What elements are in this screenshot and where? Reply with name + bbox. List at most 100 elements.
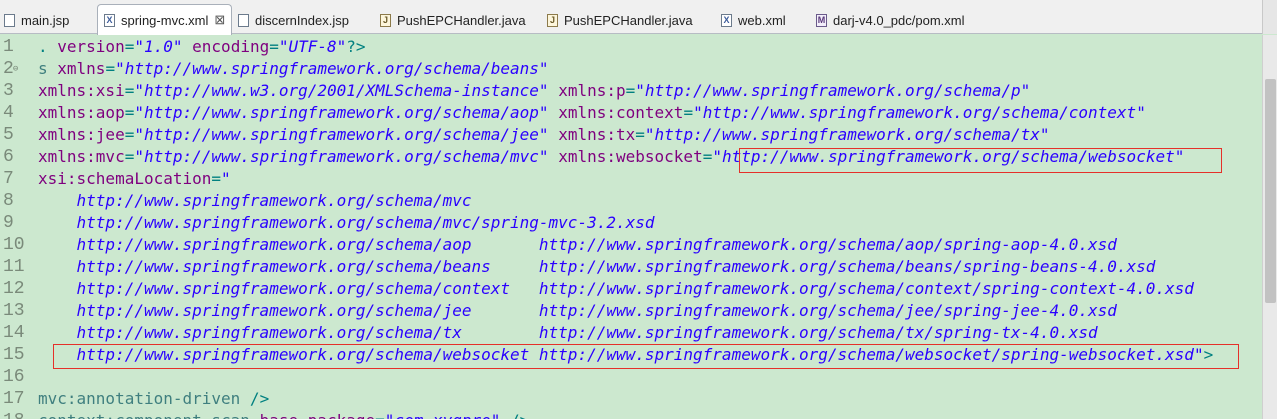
code-token: http://www.springframework.org/schema/mv…	[38, 191, 472, 210]
line-number: 16	[3, 367, 25, 387]
code-token: "1.0"	[134, 37, 183, 56]
tab-label: PushEPCHandler.java	[397, 12, 526, 28]
scrollbar-thumb[interactable]	[1265, 79, 1276, 303]
line-number: 17	[3, 389, 25, 409]
jsp-file-icon	[238, 13, 249, 27]
code-text: xmlns:jee="http://www.springframework.or…	[38, 124, 1049, 146]
line-number: 9	[3, 213, 14, 233]
code-token: xmlns:mvc	[38, 147, 125, 166]
code-token: base-package	[260, 411, 376, 419]
java-file-icon: J	[547, 13, 558, 27]
code-token: =	[124, 103, 135, 122]
code-token: ?>	[346, 37, 366, 56]
code-token: "com.xygpro"	[385, 411, 501, 419]
pom-file-icon: M	[816, 13, 827, 27]
xml-file-icon: X	[104, 13, 115, 27]
tab-label: spring-mvc.xml	[121, 12, 209, 28]
tab-label: main.jsp	[21, 12, 70, 28]
code-token: =	[124, 125, 135, 144]
tab-bar-overflow	[1262, 0, 1277, 34]
java-file-icon: J	[380, 13, 391, 27]
code-token: =	[124, 37, 135, 56]
line-number: 5	[3, 125, 14, 145]
code-token: =	[683, 103, 694, 122]
code-token: xsi:schemaLocation	[38, 169, 212, 188]
tab-web-xml[interactable]: Xweb.xml	[721, 6, 786, 34]
code-token: xmlns:websocket	[558, 147, 703, 166]
tab-label: discernIndex.jsp	[255, 12, 349, 28]
jsp-file-icon	[4, 13, 15, 27]
code-token: />	[240, 389, 270, 408]
line-number: 11	[3, 257, 25, 277]
code-token: version	[57, 37, 125, 56]
code-token: =	[635, 125, 645, 144]
code-token: .	[38, 37, 58, 56]
code-text: context:component-scan base-package="com…	[38, 410, 529, 419]
fold-toggle-icon[interactable]: ⊖	[13, 64, 18, 74]
code-text: http://www.springframework.org/schema/je…	[38, 300, 1117, 322]
code-token: xmlns:p	[558, 81, 626, 100]
code-token: "http://www.springframework.org/schema/a…	[134, 103, 549, 122]
code-token: =	[702, 147, 713, 166]
code-token: xmlns:xsi	[38, 81, 125, 100]
code-token: =	[211, 169, 222, 188]
tab-spring-mvc-xml[interactable]: Xspring-mvc.xml ⊠	[97, 4, 233, 35]
code-token: "http://www.springframework.org/schema/m…	[134, 147, 549, 166]
tab-discernindex-jsp[interactable]: discernIndex.jsp	[238, 6, 349, 34]
code-token: xmlns:tx	[558, 125, 636, 144]
code-token: xmlns:jee	[38, 125, 125, 144]
line-number: 12	[3, 279, 25, 299]
tab-pushepchandler-java[interactable]: J PushEPCHandler.java	[547, 6, 693, 34]
close-tab-icon[interactable]: ⊠	[214, 12, 225, 28]
code-text: http://www.springframework.org/schema/mv…	[38, 212, 655, 234]
code-token: "http://www.springframework.org/schema/j…	[134, 125, 549, 144]
code-token: "http://www.springframework.org/schema/p…	[635, 81, 1031, 100]
code-token: =	[375, 411, 385, 419]
code-token: http://www.springframework.org/schema/co…	[38, 279, 1194, 298]
code-token: "http://www.springframework.org/schema/c…	[693, 103, 1146, 122]
highlight-box-websocket-schema-location	[53, 344, 1239, 369]
line-number: 3	[3, 81, 14, 101]
code-token: />	[500, 411, 529, 419]
highlight-box-websocket-namespace	[739, 148, 1222, 173]
code-token: xmlns:context	[558, 103, 684, 122]
tab-pushepchandler-java[interactable]: J PushEPCHandler.java	[380, 6, 526, 34]
code-token: =	[105, 59, 116, 78]
tab-label: darj-v4.0_pdc/pom.xml	[833, 12, 965, 28]
code-text: http://www.springframework.org/schema/tx…	[38, 322, 1098, 344]
line-number: 4	[3, 103, 14, 123]
line-number: 7	[3, 169, 14, 189]
xml-file-icon: X	[721, 13, 732, 27]
code-text: xmlns:aop="http://www.springframework.or…	[38, 102, 1146, 124]
code-text: http://www.springframework.org/schema/co…	[38, 278, 1194, 300]
code-text: xmlns:xsi = "http://www.w3.org/2001/XMLSch…	[38, 80, 1030, 102]
tab-main-jsp[interactable]: main.jsp	[4, 6, 69, 34]
code-text: s xmlns="http://www.springframework.org/…	[38, 58, 549, 80]
code-token: http://www.springframework.org/schema/ao…	[38, 235, 1117, 254]
code-token: "	[221, 169, 231, 188]
code-token: "UTF-8"	[278, 37, 347, 56]
line-number: 15	[3, 345, 25, 365]
code-token: =	[625, 81, 636, 100]
code-token: http://www.springframework.org/schema/tx…	[38, 323, 1098, 342]
code-token: xmlns:aop	[38, 103, 125, 122]
editor-tab-bar: main.jsp Xspring-mvc.xml ⊠ discernIndex.jsp…	[0, 0, 1277, 35]
code-token: mvc:annotation-driven	[38, 389, 241, 408]
tab-label: web.xml	[738, 12, 786, 28]
tab-darj-v4-0-pdc-pom-xml[interactable]: Mdarj-v4.0_pdc/pom.xml	[816, 6, 965, 34]
vertical-scrollbar[interactable]	[1262, 35, 1277, 419]
line-number: 6	[3, 147, 14, 167]
code-token: =	[269, 37, 279, 56]
code-token: context:component-scan	[38, 411, 250, 419]
line-number: 8	[3, 191, 14, 211]
line-number: 13	[3, 301, 25, 321]
line-number: 2⊖	[3, 59, 19, 79]
code-token: "http://www.w3.org/2001/XMLSchema-instan…	[134, 81, 549, 100]
code-token: s	[38, 59, 58, 78]
